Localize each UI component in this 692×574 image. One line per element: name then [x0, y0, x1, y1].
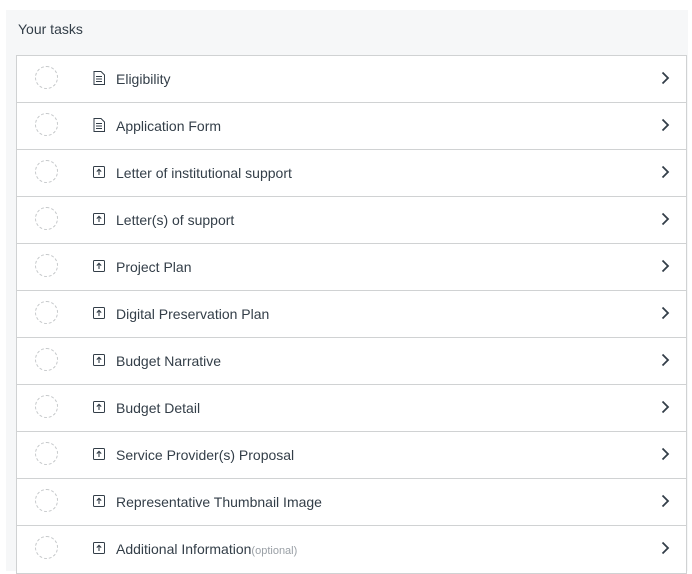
- task-label: Project Plan: [116, 259, 191, 275]
- task-label-text: Digital Preservation Plan: [116, 306, 270, 322]
- task-label: Budget Narrative: [116, 353, 221, 369]
- chevron-right-icon: [661, 400, 670, 414]
- task-label: Budget Detail: [116, 400, 200, 416]
- document-icon: [93, 71, 105, 85]
- tasks-panel: Your tasks Eligibility Application Form Le…: [6, 10, 688, 574]
- task-label: Additional Information(optional): [116, 541, 297, 557]
- task-row[interactable]: Additional Information(optional): [17, 526, 686, 573]
- chevron-right-icon: [661, 494, 670, 508]
- optional-tag: (optional): [251, 545, 298, 557]
- task-row[interactable]: Eligibility: [17, 56, 686, 103]
- tasks-heading: Your tasks: [18, 21, 83, 37]
- task-label: Service Provider(s) Proposal: [116, 447, 294, 463]
- task-row[interactable]: Budget Detail: [17, 385, 686, 432]
- task-label-text: Letter(s) of support: [116, 212, 235, 228]
- status-not-started-icon: [35, 113, 58, 136]
- task-label: Digital Preservation Plan: [116, 306, 269, 322]
- task-row[interactable]: Digital Preservation Plan: [17, 291, 686, 338]
- task-label: Application Form: [116, 118, 221, 134]
- task-label-text: Additional Information: [116, 541, 252, 557]
- upload-icon: [93, 400, 105, 414]
- status-not-started-icon: [35, 207, 58, 230]
- task-label-text: Project Plan: [116, 259, 192, 275]
- status-not-started-icon: [35, 301, 58, 324]
- task-row[interactable]: Project Plan: [17, 244, 686, 291]
- task-label-text: Service Provider(s) Proposal: [116, 447, 295, 463]
- task-label-text: Budget Detail: [116, 400, 201, 416]
- chevron-right-icon: [661, 165, 670, 179]
- upload-icon: [93, 494, 105, 508]
- task-label: Representative Thumbnail Image: [116, 494, 322, 510]
- task-label: Letter(s) of support: [116, 212, 234, 228]
- chevron-right-icon: [661, 353, 670, 367]
- task-list: Eligibility Application Form Letter of ins…: [16, 55, 687, 574]
- task-label-text: Letter of institutional support: [116, 165, 292, 181]
- upload-icon: [93, 165, 105, 179]
- task-label: Letter of institutional support: [116, 165, 292, 181]
- task-label-text: Budget Narrative: [116, 353, 222, 369]
- chevron-right-icon: [661, 71, 670, 85]
- status-not-started-icon: [35, 442, 58, 465]
- status-not-started-icon: [35, 66, 58, 89]
- task-row[interactable]: Representative Thumbnail Image: [17, 479, 686, 526]
- task-label: Eligibility: [116, 71, 170, 87]
- chevron-right-icon: [661, 447, 670, 461]
- chevron-right-icon: [661, 212, 670, 226]
- upload-icon: [93, 353, 105, 367]
- task-row[interactable]: Letter(s) of support: [17, 197, 686, 244]
- task-row[interactable]: Service Provider(s) Proposal: [17, 432, 686, 479]
- status-not-started-icon: [35, 254, 58, 277]
- upload-icon: [93, 212, 105, 226]
- task-row[interactable]: Budget Narrative: [17, 338, 686, 385]
- status-not-started-icon: [35, 489, 58, 512]
- chevron-right-icon: [661, 118, 670, 132]
- task-label-text: Representative Thumbnail Image: [116, 494, 322, 510]
- upload-icon: [93, 306, 105, 320]
- upload-icon: [93, 447, 105, 461]
- status-not-started-icon: [35, 348, 58, 371]
- task-row[interactable]: Letter of institutional support: [17, 150, 686, 197]
- chevron-right-icon: [661, 541, 670, 555]
- chevron-right-icon: [661, 259, 670, 273]
- status-not-started-icon: [35, 536, 58, 559]
- task-label-text: Application Form: [116, 118, 222, 134]
- upload-icon: [93, 541, 105, 555]
- chevron-right-icon: [661, 306, 670, 320]
- task-label-text: Eligibility: [116, 71, 171, 87]
- task-row[interactable]: Application Form: [17, 103, 686, 150]
- document-icon: [93, 118, 105, 132]
- status-not-started-icon: [35, 160, 58, 183]
- status-not-started-icon: [35, 395, 58, 418]
- upload-icon: [93, 259, 105, 273]
